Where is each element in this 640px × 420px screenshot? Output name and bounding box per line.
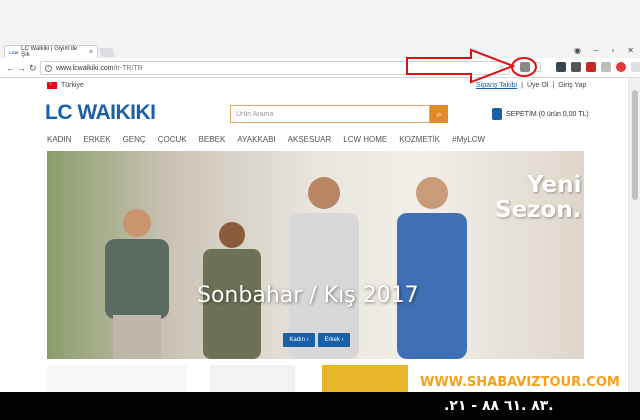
maximize-icon[interactable]: ▫ xyxy=(611,46,614,55)
extension-icon[interactable] xyxy=(631,62,640,72)
model-figure xyxy=(289,177,359,359)
extension-icon[interactable] xyxy=(556,62,566,72)
extension-icon[interactable] xyxy=(616,62,626,72)
model-figure xyxy=(397,177,467,359)
profile-icon[interactable]: ◉ xyxy=(574,46,581,55)
browser-tab-strip: LCW LC Waikiki | Giyim'de Şık × ◉ – ▫ ✕ xyxy=(0,0,640,58)
watermark-website: WWW.SHABAVIZTOUR.COM xyxy=(420,375,620,390)
site-logo[interactable]: LC WAIKIKI xyxy=(45,101,156,125)
scrollbar-thumb[interactable] xyxy=(632,90,638,200)
register-link[interactable]: Üye Ol xyxy=(527,82,548,89)
pdf-extension-icon[interactable] xyxy=(586,62,596,72)
close-window-icon[interactable]: ✕ xyxy=(627,46,634,55)
cart-button[interactable]: SEPETİM (0 ürün 0,00 TL) xyxy=(492,108,589,120)
country-selector[interactable]: Türkiye xyxy=(61,82,84,89)
menu-item-erkek[interactable]: ERKEK xyxy=(83,135,110,144)
page-scrollbar[interactable] xyxy=(628,78,640,420)
menu-item-kadin[interactable]: KADIN xyxy=(47,135,71,144)
account-links: Sipariş Takibi | Üye Ol | Giriş Yap xyxy=(476,82,587,89)
menu-item-ayakkabi[interactable]: AYAKKABI xyxy=(237,135,275,144)
search-input[interactable]: Ürün Arama xyxy=(230,105,430,123)
new-season-badge: Yeni Sezon. xyxy=(495,173,581,223)
minimize-icon[interactable]: – xyxy=(594,46,598,55)
back-icon[interactable]: ← xyxy=(6,63,15,73)
close-tab-icon[interactable]: × xyxy=(89,49,93,56)
women-button[interactable]: Kadın › xyxy=(283,333,315,347)
category-menu: KADIN ERKEK GENÇ ÇOCUK BEBEK AYAKKABI AK… xyxy=(47,135,497,144)
menu-item-cocuk[interactable]: ÇOCUK xyxy=(158,135,187,144)
model-figure xyxy=(105,209,169,359)
badge-line-1: Yeni xyxy=(527,172,582,198)
url-domain: www.lcwaikiki.com xyxy=(56,64,114,72)
turkey-flag-icon xyxy=(47,80,57,89)
menu-item-aksesuar[interactable]: AKSESUAR xyxy=(288,135,332,144)
extensions-area: ⋮ xyxy=(520,62,640,72)
address-toolbar: ← → ↻ i www.lcwaikiki.com/tr-TR/TR ☆ ⋮ xyxy=(0,58,640,78)
menu-item-kozmetik[interactable]: KOZMETİK xyxy=(399,135,440,144)
menu-item-genc[interactable]: GENÇ xyxy=(123,135,146,144)
site-info-icon[interactable]: i xyxy=(45,64,52,72)
window-controls: ◉ – ▫ ✕ xyxy=(574,46,634,55)
order-tracking-link[interactable]: Sipariş Takibi xyxy=(476,82,517,89)
new-tab-button[interactable] xyxy=(98,48,116,57)
menu-item-lcw-home[interactable]: LCW HOME xyxy=(343,135,387,144)
promo-tile[interactable] xyxy=(322,365,408,392)
menu-item-mylcw[interactable]: #MyLCW xyxy=(452,135,485,144)
favicon-icon: LCW xyxy=(9,49,19,55)
menu-item-bebek[interactable]: BEBEK xyxy=(199,135,226,144)
extension-icon[interactable] xyxy=(571,62,581,72)
men-button[interactable]: Erkek › xyxy=(318,333,350,347)
promo-tile[interactable] xyxy=(210,365,295,392)
badge-line-2: Sezon. xyxy=(495,197,582,223)
watermark-phone: .۲۱ - ۸۸ ٦۱. ۸۳. xyxy=(444,398,554,414)
reload-icon[interactable]: ↻ xyxy=(29,63,37,74)
extension-icon[interactable] xyxy=(601,62,611,72)
login-link[interactable]: Giriş Yap xyxy=(558,82,586,89)
cart-label: SEPETİM (0 ürün 0,00 TL) xyxy=(506,110,589,118)
hero-banner[interactable]: Yeni Sezon. Sonbahar / Kış 2017 Kadın › … xyxy=(47,151,584,359)
search-icon[interactable]: ⌕ xyxy=(430,105,448,123)
url-path: /tr-TR/TR xyxy=(113,64,143,72)
site-topbar: Türkiye Sipariş Takibi| Üye Ol| Giriş Ya… xyxy=(0,78,628,96)
banner-headline: Sonbahar / Kış 2017 xyxy=(197,283,419,308)
shopping-bag-icon xyxy=(492,108,502,120)
forward-icon[interactable]: → xyxy=(17,63,26,73)
browser-tab[interactable]: LCW LC Waikiki | Giyim'de Şık × xyxy=(4,45,98,58)
promo-tile[interactable] xyxy=(47,365,187,392)
tab-title: LC Waikiki | Giyim'de Şık xyxy=(21,46,78,58)
